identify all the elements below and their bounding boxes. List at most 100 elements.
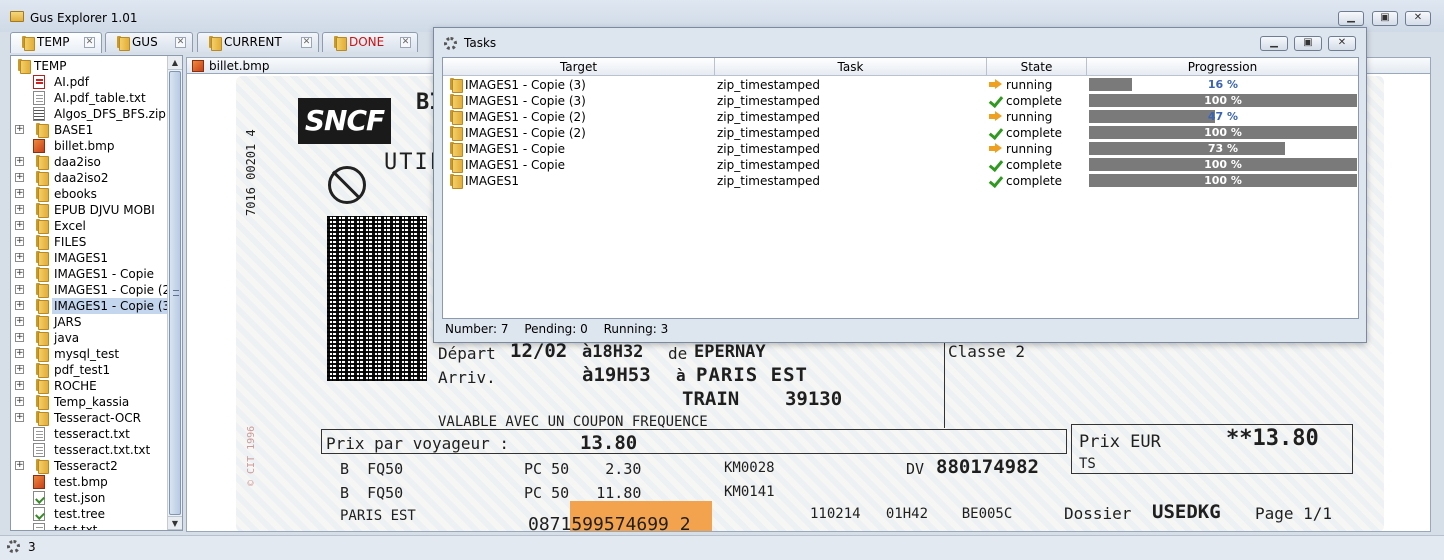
close-tab-icon[interactable]: ✕ [400, 37, 411, 48]
folder-icon [33, 155, 49, 170]
tree-item[interactable]: + java [11, 330, 171, 346]
close-tab-icon[interactable]: ✕ [301, 37, 312, 48]
expand-icon[interactable]: + [15, 269, 24, 278]
tree-item[interactable]: test.bmp [11, 474, 171, 490]
task-row[interactable]: IMAGES1 - Copie (2) zip_timestamped comple… [443, 125, 1358, 141]
tree-item[interactable]: + EPUB DJVU MOBI [11, 202, 171, 218]
tree-item[interactable]: tesseract.txt [11, 426, 171, 442]
arrow-right-icon [989, 111, 1002, 122]
expand-icon[interactable]: + [15, 413, 24, 422]
tree-item[interactable]: + IMAGES1 - Copie (3) [11, 298, 177, 314]
tree-item[interactable]: + Temp_kassia [11, 394, 171, 410]
tree-item[interactable]: tesseract.txt.txt [11, 442, 171, 458]
maximize-button[interactable]: ▣ [1372, 11, 1398, 26]
tree-root[interactable]: TEMP [11, 58, 171, 74]
tree-item[interactable]: test.json [11, 490, 171, 506]
expand-icon[interactable]: + [15, 173, 24, 182]
expand-icon[interactable]: + [15, 253, 24, 262]
tree-item[interactable]: + pdf_test1 [11, 362, 171, 378]
tree-item[interactable]: + Tesseract-OCR [11, 410, 171, 426]
tasks-maximize-button[interactable]: ▣ [1294, 36, 1322, 51]
tree-item-label: EPUB DJVU MOBI [54, 203, 155, 217]
tree-item[interactable]: + IMAGES1 - Copie (2) [11, 282, 175, 298]
ts-label: TS [1079, 456, 1096, 472]
arrow-right-icon [989, 79, 1002, 90]
minimize-button[interactable]: ▁ [1338, 11, 1364, 26]
sncf-logo: SNCF [298, 98, 391, 144]
progress-label: 73 % [1207, 142, 1239, 155]
task-row[interactable]: IMAGES1 - Copie (3) zip_timestamped comple… [443, 93, 1358, 109]
tab-current[interactable]: CURRENT ✕ [197, 32, 319, 52]
tree-item[interactable]: billet.bmp [11, 138, 171, 154]
dossier-label: Dossier [1064, 504, 1132, 523]
tree-item[interactable]: AI.pdf_table.txt [11, 90, 171, 106]
expand-icon[interactable]: + [15, 365, 24, 374]
tree-item[interactable]: Algos_DFS_BFS.zip [11, 106, 171, 122]
expand-icon[interactable]: + [15, 285, 24, 294]
scroll-thumb[interactable] [169, 71, 181, 515]
task-state: complete [1006, 94, 1063, 108]
train-number: TRAIN 39130 [682, 388, 843, 410]
expand-icon[interactable]: + [15, 461, 24, 470]
tab-done[interactable]: DONE ✕ [322, 32, 418, 52]
tab-label: GUS [132, 35, 158, 49]
tree-item-label: Tesseract2 [54, 459, 118, 473]
tree-item[interactable]: + IMAGES1 - Copie [11, 266, 171, 282]
tree-scrollbar[interactable]: ▲ ▼ [167, 56, 182, 530]
column-header-task[interactable]: Task [715, 58, 987, 76]
close-tab-icon[interactable]: ✕ [84, 37, 95, 48]
expand-icon[interactable]: + [15, 221, 24, 230]
expand-icon[interactable]: + [15, 317, 24, 326]
task-row[interactable]: IMAGES1 - Copie (3) zip_timestamped runnin… [443, 77, 1358, 93]
tasks-close-button[interactable]: ✕ [1328, 36, 1356, 51]
tree-item[interactable]: AI.pdf [11, 74, 171, 90]
folder-icon [33, 315, 49, 330]
progress-bar: 73 % [1089, 142, 1357, 155]
expand-icon[interactable]: + [15, 333, 24, 342]
expand-icon[interactable]: + [15, 381, 24, 390]
close-button[interactable]: ✕ [1405, 11, 1431, 26]
task-state-cell: running [989, 141, 1052, 157]
task-row[interactable]: IMAGES1 - Copie zip_timestamped running 73 … [443, 141, 1358, 157]
tab-temp[interactable]: TEMP ✕ [10, 32, 102, 53]
expand-icon[interactable]: + [15, 157, 24, 166]
close-tab-icon[interactable]: ✕ [175, 37, 186, 48]
task-row[interactable]: IMAGES1 - Copie zip_timestamped complete 10… [443, 157, 1358, 173]
tree-item[interactable]: + JARS [11, 314, 171, 330]
column-header-state[interactable]: State [987, 58, 1087, 76]
expand-icon[interactable]: + [15, 205, 24, 214]
folder-icon [447, 110, 463, 125]
tree-item[interactable]: + ROCHE [11, 378, 171, 394]
tree-item[interactable]: test.tree [11, 506, 171, 522]
task-state: running [1006, 142, 1053, 156]
tree-item[interactable]: + daa2iso [11, 154, 171, 170]
scroll-down-icon[interactable]: ▼ [168, 516, 182, 530]
gears-icon[interactable] [7, 540, 20, 553]
tree-item-label: FILES [54, 235, 87, 249]
folder-icon [33, 171, 49, 186]
scroll-up-icon[interactable]: ▲ [168, 56, 182, 70]
tasks-running: Running: 3 [603, 322, 669, 336]
tasks-minimize-button[interactable]: ▁ [1260, 36, 1288, 51]
folder-icon [33, 331, 49, 346]
expand-icon[interactable]: + [15, 301, 24, 310]
tree-item[interactable]: + Tesseract2 [11, 458, 171, 474]
column-header-target[interactable]: Target [443, 58, 715, 76]
expand-icon[interactable]: + [15, 349, 24, 358]
tree-item[interactable]: + Excel [11, 218, 171, 234]
tree-item[interactable]: + ebooks [11, 186, 171, 202]
tree-item[interactable]: + IMAGES1 [11, 250, 171, 266]
column-header-progression[interactable]: Progression [1087, 58, 1358, 76]
tab-gus[interactable]: GUS ✕ [105, 32, 193, 52]
expand-icon[interactable]: + [15, 397, 24, 406]
tree-item[interactable]: + mysql_test [11, 346, 171, 362]
tree-item[interactable]: test.txt [11, 522, 171, 530]
expand-icon[interactable]: + [15, 237, 24, 246]
tree-item[interactable]: + daa2iso2 [11, 170, 171, 186]
tree-item[interactable]: + FILES [11, 234, 171, 250]
task-row[interactable]: IMAGES1 - Copie (2) zip_timestamped runnin… [443, 109, 1358, 125]
expand-icon[interactable]: + [15, 125, 24, 134]
tree-item[interactable]: + BASE1 [11, 122, 171, 138]
expand-icon[interactable]: + [15, 189, 24, 198]
task-row[interactable]: IMAGES1 zip_timestamped complete 100 % [443, 173, 1358, 189]
